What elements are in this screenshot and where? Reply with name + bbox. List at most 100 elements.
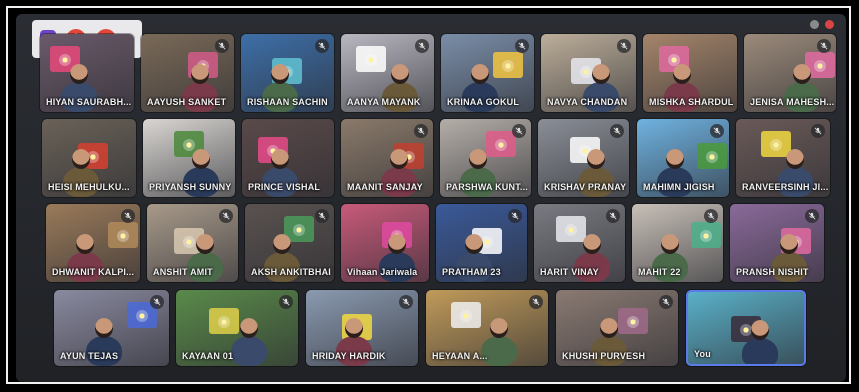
mic-off-icon <box>529 295 543 309</box>
participant-tile[interactable]: JENISA MAHESH... <box>744 34 836 112</box>
participant-head <box>270 64 289 84</box>
participant-name: PRINCE VISHAL <box>248 182 321 192</box>
participant-head <box>271 149 289 169</box>
participant-tile[interactable]: KHUSHI PURVESH <box>556 290 678 366</box>
participant-tile[interactable]: MAHIMN JIGISH <box>637 119 729 197</box>
participant-body <box>231 336 267 366</box>
participant-tile[interactable]: MAHIT 22 <box>632 204 723 282</box>
participant-head <box>666 149 684 169</box>
participant-tile[interactable]: AYUN TEJAS <box>54 290 169 366</box>
participant-tile[interactable]: KAYAAN 01 <box>176 290 298 366</box>
participant-head <box>673 64 691 84</box>
flower-icon <box>365 54 377 66</box>
participant-name: AAYUSH SANKET <box>147 97 227 107</box>
mic-off-icon <box>811 124 825 138</box>
participant-name: AANYA MAYANK <box>347 97 421 107</box>
participant-tile[interactable]: RISHAAN SACHIN <box>241 34 334 112</box>
participant-tile[interactable]: AANYA MAYANK <box>341 34 434 112</box>
participant-head <box>390 149 408 169</box>
participant-head <box>240 318 258 338</box>
participant-head <box>591 64 610 84</box>
participant-head <box>390 64 409 84</box>
participant-name: NAVYA CHANDAN <box>547 97 628 107</box>
mic-off-icon <box>606 209 620 223</box>
participant-tile[interactable]: HARIT VINAY <box>534 204 625 282</box>
participant-tile[interactable]: PRINCE VISHAL <box>242 119 334 197</box>
flower-icon <box>700 230 712 242</box>
participant-name: RANVEERSINH JI... <box>742 182 829 192</box>
flower-icon <box>502 60 514 72</box>
flower-icon <box>495 139 507 151</box>
participant-tile[interactable]: ANSHIT AMIT <box>147 204 238 282</box>
participant-head <box>94 318 113 338</box>
mic-off-icon <box>659 295 673 309</box>
participant-tile[interactable]: MAANIT SANJAY <box>341 119 433 197</box>
participant-tile[interactable]: HRIDAY HARDIK <box>306 290 418 366</box>
participant-tile[interactable]: PARSHWA KUNT... <box>440 119 531 197</box>
flower-icon <box>627 316 639 328</box>
participant-tile[interactable]: HIYAN SAURABH... <box>40 34 134 112</box>
participant-name: PARSHWA KUNT... <box>446 182 529 192</box>
participant-head <box>600 318 618 338</box>
flower-icon <box>706 151 718 163</box>
participant-name: KHUSHI PURVESH <box>562 351 646 361</box>
participant-tile[interactable]: KRINAA GOKUL <box>441 34 534 112</box>
mic-off-icon <box>414 124 428 138</box>
flower-icon <box>293 224 305 236</box>
participant-name: AKSH ANKITBHAI <box>251 267 331 277</box>
minimize-icon[interactable] <box>810 20 819 29</box>
participant-tile[interactable]: RANVEERSINH JI... <box>736 119 830 197</box>
participant-tile[interactable]: AKSH ANKITBHAI <box>245 204 334 282</box>
participant-name: KRINAA GOKUL <box>447 97 520 107</box>
participant-name: MAANIT SANJAY <box>347 182 423 192</box>
participant-tile[interactable]: AAYUSH SANKET <box>141 34 234 112</box>
participant-head <box>660 234 679 254</box>
mic-off-icon <box>215 39 229 53</box>
participant-head <box>586 149 605 169</box>
participant-name: AYUN TEJAS <box>60 351 119 361</box>
participant-name: RISHAAN SACHIN <box>247 97 328 107</box>
participant-tile[interactable]: HEISI MEHULKU... <box>42 119 136 197</box>
flower-icon <box>460 310 472 322</box>
mic-off-icon <box>315 209 329 223</box>
flower-icon <box>59 54 71 66</box>
video-call-grid: HIYAN SAURABH... AAYUSH SANKET RISHAAN SAC… <box>16 14 846 382</box>
participant-tile[interactable]: PRIYANSH SUNNY <box>143 119 235 197</box>
participant-tile[interactable]: Vihaan Jariwala <box>341 204 429 282</box>
participant-head <box>468 149 487 169</box>
mic-off-icon <box>150 295 164 309</box>
participant-head <box>388 234 406 254</box>
flower-icon <box>183 236 195 248</box>
participant-head <box>582 234 601 254</box>
mic-off-icon <box>415 39 429 53</box>
mic-off-icon <box>617 39 631 53</box>
participant-head <box>190 64 209 84</box>
mic-off-icon <box>512 124 526 138</box>
close-icon[interactable] <box>825 20 834 29</box>
participant-name: KAYAAN 01 <box>182 351 234 361</box>
screen-frame: HIYAN SAURABH... AAYUSH SANKET RISHAAN SAC… <box>0 0 859 392</box>
mic-off-icon <box>315 39 329 53</box>
participant-name: HARIT VINAY <box>540 267 599 277</box>
participant-head <box>786 149 804 169</box>
participant-tile[interactable]: KRISHAV PRANAY <box>538 119 629 197</box>
mic-off-icon <box>704 209 718 223</box>
participant-name: PRATHAM 23 <box>442 267 501 277</box>
participant-tile[interactable]: NAVYA CHANDAN <box>541 34 636 112</box>
participant-tile[interactable]: PRATHAM 23 <box>436 204 527 282</box>
participant-tile[interactable]: PRANSH NISHIT <box>730 204 824 282</box>
participant-tile[interactable]: MISHKA SHARDUL <box>643 34 737 112</box>
participant-tile[interactable]: DHWANIT KALPI... <box>46 204 140 282</box>
mic-off-icon <box>610 124 624 138</box>
mic-off-icon <box>121 209 135 223</box>
flower-icon <box>117 230 129 242</box>
flower-icon <box>218 316 230 328</box>
participant-name: ANSHIT AMIT <box>153 267 213 277</box>
participant-name: JENISA MAHESH... <box>750 97 835 107</box>
participant-name: Vihaan Jariwala <box>347 267 418 277</box>
participant-head <box>470 64 489 84</box>
flower-icon <box>481 236 493 248</box>
participant-name: PRIYANSH SUNNY <box>149 182 232 192</box>
self-video-tile[interactable]: You <box>686 290 806 366</box>
participant-tile[interactable]: HEYAAN A... <box>426 290 548 366</box>
